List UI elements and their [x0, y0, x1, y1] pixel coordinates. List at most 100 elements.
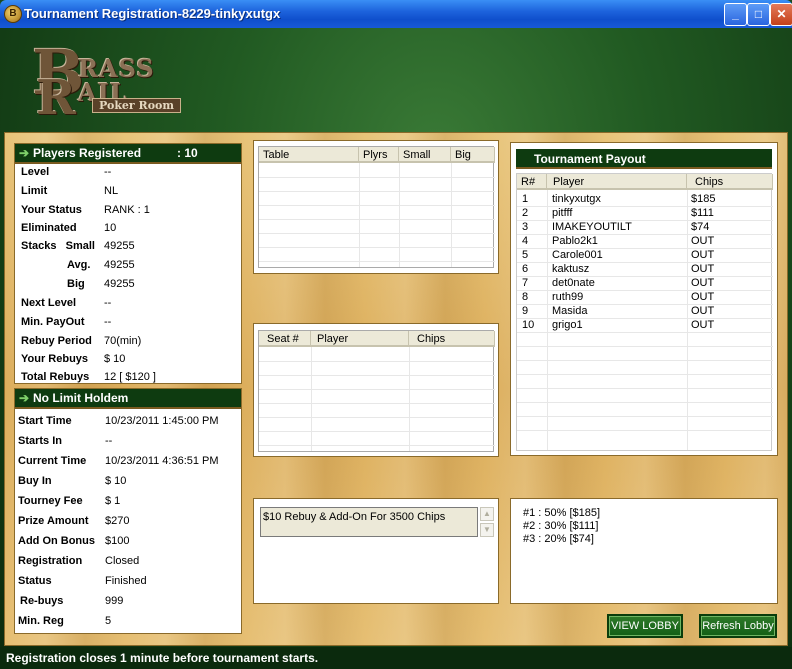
info-label-stacks-big: Big [67, 278, 85, 290]
tables-col-table[interactable]: Table [259, 147, 359, 163]
game-value-prize-amount: $270 [105, 515, 130, 527]
payout-rank: 8 [522, 291, 529, 303]
logo-poker-room: Poker Room [92, 98, 182, 113]
payout-chips: OUT [691, 277, 715, 289]
prize-split-line: #2 : 30% [$111] [523, 520, 599, 532]
payout-rank: 7 [522, 277, 529, 289]
game-value-start-time: 10/23/2011 1:45:00 PM [105, 415, 219, 427]
payout-player: Masida [552, 305, 588, 317]
info-value-your-rebuys: $ 10 [104, 353, 126, 365]
payout-chips: $74 [691, 221, 710, 233]
payout-player: IMAKEYOUTILT [552, 221, 632, 233]
tournament-payout-panel: Tournament Payout R# Player Chips 1 tink… [510, 142, 778, 456]
payout-col-chips[interactable]: Chips [687, 174, 773, 190]
game-label-status: Status [18, 575, 52, 587]
info-value-min-payout: -- [104, 316, 112, 328]
payout-chips: OUT [691, 263, 715, 275]
info-label-min-payout: Min. PayOut [21, 316, 85, 328]
view-lobby-button[interactable]: VIEW LOBBY [607, 614, 683, 638]
window-title: Tournament Registration-8229-tinkyxutgx [24, 6, 281, 21]
scroll-down-icon[interactable]: ▼ [480, 523, 494, 537]
info-label-limit: Limit [21, 185, 48, 197]
refresh-lobby-button[interactable]: Refresh Lobby [699, 614, 777, 638]
info-label-level: Level [21, 166, 50, 178]
tables-col-small[interactable]: Small [399, 147, 451, 163]
tables-col-big[interactable]: Big [451, 147, 495, 163]
logo-letter-r: R [36, 70, 76, 126]
payout-player: Carole001 [552, 249, 603, 261]
game-value-registration: Closed [105, 555, 140, 567]
info-label-stacks-avg: Avg. [67, 259, 91, 271]
seats-col-chips[interactable]: Chips [409, 331, 495, 347]
game-value-add-on-bonus: $100 [105, 535, 130, 547]
seats-col-player[interactable]: Player [311, 331, 409, 347]
game-value-current-time: 10/23/2011 4:36:51 PM [105, 455, 219, 467]
tables-col-plyrs[interactable]: Plyrs [359, 147, 399, 163]
seats-grid[interactable]: Seat # Player Chips [258, 330, 495, 452]
info-value-rebuy-period: 70(min) [104, 335, 142, 347]
prize-split-line: #1 : 50% [$185] [523, 507, 601, 519]
payout-chips: $185 [691, 193, 716, 205]
info-value-stacks-small: 49255 [104, 240, 135, 252]
prize-split-line: #3 : 20% [$74] [523, 533, 594, 545]
payout-rank: 2 [522, 207, 529, 219]
payout-rank: 4 [522, 235, 529, 247]
brass-rail-logo: B R RASS AIL Poker Room [30, 36, 200, 126]
payout-player: grigo1 [552, 319, 583, 331]
info-value-total-rebuys: 12 [ $120 ] [104, 371, 156, 383]
arrow-right-icon: ➔ [19, 391, 30, 405]
players-registered-header: ➔ Players Registered : 10 [15, 144, 241, 164]
info-label-next-level: Next Level [21, 297, 77, 309]
game-info-title: No Limit Holdem [33, 391, 129, 405]
game-value-status: Finished [105, 575, 147, 587]
game-info-panel: ➔ No Limit Holdem Start Time 10/23/2011 … [14, 388, 242, 634]
payout-player: det0nate [552, 277, 595, 289]
game-value-starts-in: -- [105, 435, 113, 447]
game-value-rebuys: 999 [105, 595, 124, 607]
app-icon: B [4, 5, 22, 23]
players-registered-panel: ➔ Players Registered : 10 Level -- Limit… [14, 143, 242, 384]
minimize-button[interactable]: _ [724, 3, 747, 26]
payout-player: ruth99 [552, 291, 584, 303]
payout-rank: 9 [522, 305, 529, 317]
game-value-min-reg: 5 [105, 615, 112, 627]
players-registered-count: : 10 [177, 146, 198, 160]
tournament-payout-header: Tournament Payout [516, 149, 772, 169]
game-label-add-on-bonus: Add On Bonus [18, 535, 95, 547]
payout-rank: 3 [522, 221, 529, 233]
arrow-right-icon: ➔ [19, 146, 30, 160]
payout-player: tinkyxutgx [552, 193, 601, 205]
tables-grid[interactable]: Table Plyrs Small Big [258, 146, 495, 268]
seats-col-seat[interactable]: Seat # [259, 331, 311, 347]
game-value-tourney-fee: $ 1 [105, 495, 121, 507]
payout-player: kaktusz [552, 263, 590, 275]
payout-chips: OUT [691, 249, 715, 261]
payout-col-player[interactable]: Player [547, 174, 687, 190]
game-label-min-reg: Min. Reg [18, 615, 64, 627]
rebuy-info-panel: $10 Rebuy & Add-On For 3500 Chips ▲ ▼ [253, 498, 499, 604]
info-label-eliminated: Eliminated [21, 222, 77, 234]
seats-panel: Seat # Player Chips [253, 323, 499, 457]
players-registered-title: Players Registered [33, 146, 142, 160]
window-titlebar: B Tournament Registration-8229-tinkyxutg… [0, 0, 792, 28]
info-value-next-level: -- [104, 297, 112, 309]
payout-player: Pablo2k1 [552, 235, 598, 247]
payout-chips: OUT [691, 235, 715, 247]
payout-grid[interactable]: R# Player Chips 1 tinkyxutgx $185 2 pitf… [516, 173, 773, 451]
scroll-up-icon[interactable]: ▲ [480, 507, 494, 521]
info-label-status: Your Status [21, 204, 82, 216]
tables-panel: Table Plyrs Small Big [253, 140, 499, 274]
info-value-stacks-avg: 49255 [104, 259, 135, 271]
payout-chips: OUT [691, 305, 715, 317]
prize-split-panel: #1 : 50% [$185] #2 : 30% [$111] #3 : 20%… [510, 498, 778, 604]
maximize-button[interactable]: □ [747, 3, 770, 26]
info-label-rebuy-period: Rebuy Period [21, 335, 92, 347]
game-label-tourney-fee: Tourney Fee [18, 495, 83, 507]
game-label-current-time: Current Time [18, 455, 87, 467]
info-value-status: RANK : 1 [104, 204, 150, 216]
close-button[interactable]: ✕ [770, 3, 792, 26]
info-label-stacks-small: Stacks Small [21, 240, 95, 252]
payout-col-rank[interactable]: R# [517, 174, 547, 190]
info-value-stacks-big: 49255 [104, 278, 135, 290]
payout-chips: $111 [691, 207, 714, 219]
